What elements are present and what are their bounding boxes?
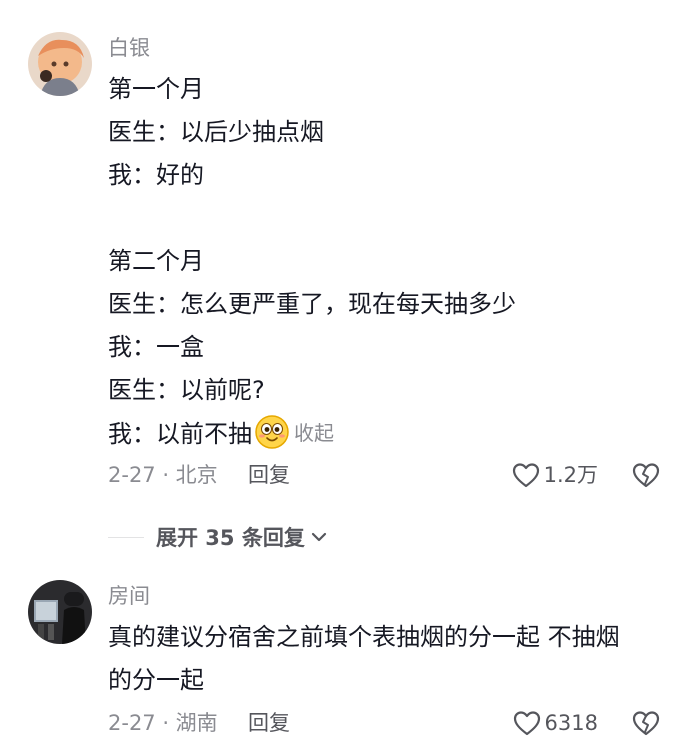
- comment-line-last: 我：以前不抽 收起: [108, 412, 668, 456]
- like-button[interactable]: 1.2万: [512, 458, 598, 492]
- comment-line: 我：一盒: [108, 333, 204, 361]
- comment-line: 第二个月: [108, 247, 204, 275]
- like-count: 1.2万: [543, 463, 598, 487]
- broken-heart-icon: [632, 710, 660, 736]
- comment-line: 医生：怎么更严重了，现在每天抽多少: [108, 290, 516, 318]
- divider: [108, 536, 144, 538]
- avatar[interactable]: [28, 32, 92, 96]
- expand-replies-button[interactable]: 展开 35 条回复: [156, 522, 329, 552]
- like-count: 6318: [544, 711, 598, 735]
- grinning-face-emoji-icon: [254, 414, 290, 450]
- reply-button[interactable]: 回复: [248, 458, 290, 492]
- comment-text: 第一个月 医生：以后少抽点烟 我：好的 第二个月 医生：怎么更严重了，现在每天抽…: [108, 68, 668, 456]
- collapse-link[interactable]: 收起: [294, 421, 334, 445]
- reply-button[interactable]: 回复: [248, 706, 290, 740]
- dislike-button[interactable]: [630, 706, 662, 740]
- comment-line: 我：好的: [108, 161, 204, 189]
- comment-text: 真的建议分宿舍之前填个表抽烟的分一起 不抽烟 的分一起: [108, 616, 668, 702]
- comment-line: 医生：以后少抽点烟: [108, 118, 324, 146]
- expand-replies-row: 展开 35 条回复: [108, 520, 329, 554]
- comment-line: 的分一起: [108, 666, 204, 694]
- comment-meta: 2-27 · 湖南 回复 6318: [108, 706, 662, 740]
- comment-meta: 2-27 · 北京 回复 1.2万: [108, 458, 662, 492]
- comment-line: 医生：以前呢?: [108, 376, 265, 404]
- comment-line: 第一个月: [108, 75, 204, 103]
- chevron-down-icon: [305, 527, 329, 547]
- avatar[interactable]: [28, 580, 92, 644]
- comment-line: 真的建议分宿舍之前填个表抽烟的分一起 不抽烟: [108, 623, 620, 651]
- like-button[interactable]: 6318: [513, 706, 598, 740]
- heart-outline-icon: [512, 462, 544, 488]
- expand-replies-label: 展开 35 条回复: [156, 526, 305, 550]
- username[interactable]: 房间: [108, 582, 150, 610]
- dislike-button[interactable]: [630, 458, 662, 492]
- date-location: 2-27 · 北京: [108, 463, 218, 487]
- broken-heart-icon: [632, 462, 660, 488]
- username[interactable]: 白银: [108, 34, 150, 62]
- comment-blank-line: [108, 197, 668, 240]
- heart-outline-icon: [513, 710, 545, 736]
- date-location: 2-27 · 湖南: [108, 711, 218, 735]
- comment-line: 我：以前不抽: [108, 420, 252, 448]
